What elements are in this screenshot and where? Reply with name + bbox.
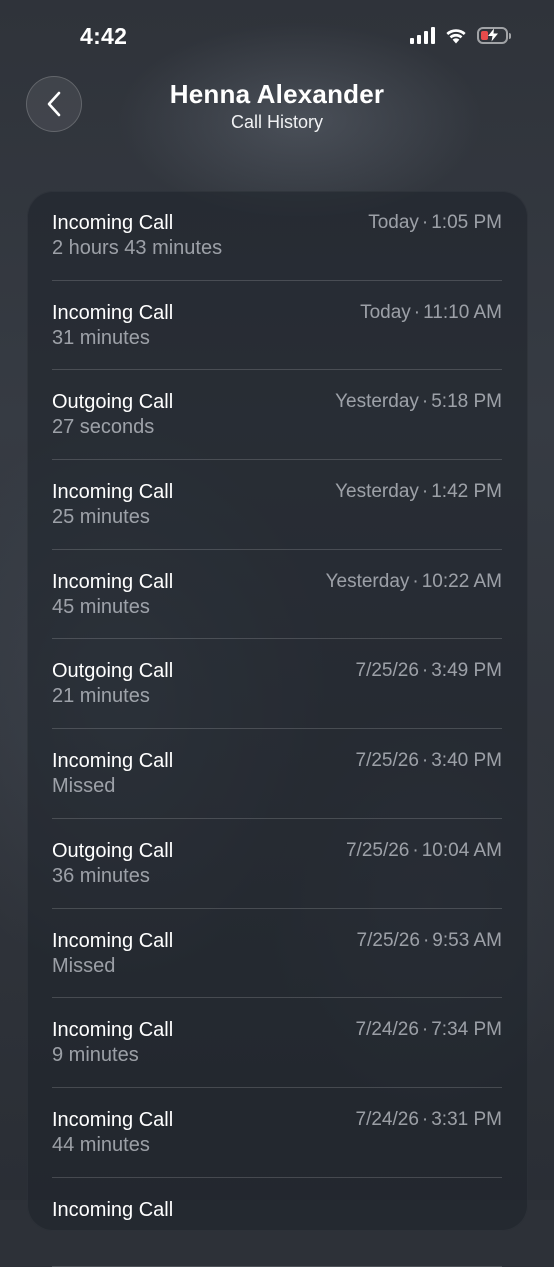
page-subtitle: Call History <box>230 112 323 132</box>
separator-dot: · <box>421 1019 429 1041</box>
call-history-row[interactable]: Incoming Call 31 minutes Today · 11:10 AM <box>52 281 502 371</box>
cellular-signal-icon <box>410 26 435 44</box>
call-detail: Missed <box>52 775 116 798</box>
call-timestamp: 7/25/26 · 9:53 AM <box>357 930 502 952</box>
call-time: 3:40 PM <box>431 750 502 772</box>
call-history-row[interactable]: Incoming Call 44 minutes 7/24/26 · 3:31 PM <box>52 1088 502 1178</box>
call-history-row[interactable]: Incoming Call <box>52 1178 502 1267</box>
call-time: 1:05 PM <box>431 212 502 233</box>
charging-bolt-icon <box>487 28 498 42</box>
call-day: 7/25/26 <box>355 750 419 772</box>
call-detail: Missed <box>52 954 116 977</box>
call-day: 7/25/26 <box>356 929 420 951</box>
call-time: 10:04 AM <box>421 839 502 861</box>
call-detail: 2 hours 43 minutes <box>52 237 223 259</box>
call-detail: 45 minutes <box>52 595 150 618</box>
call-timestamp: Yesterday · 1:42 PM <box>335 481 502 503</box>
call-day: Yesterday <box>325 570 410 592</box>
separator-dot: · <box>412 570 419 592</box>
call-day: Yesterday <box>335 481 419 503</box>
call-type: Incoming Call <box>52 1019 174 1042</box>
separator-dot: · <box>413 301 421 323</box>
call-detail: 25 minutes <box>52 506 150 529</box>
separator-dot: · <box>422 929 430 951</box>
separator-dot: · <box>412 839 419 861</box>
call-history-row[interactable]: Incoming Call Missed 7/25/26 · 9:53 AM <box>52 909 502 999</box>
call-type: Incoming Call <box>52 1198 174 1221</box>
battery-icon <box>477 26 511 44</box>
call-type: Incoming Call <box>52 481 174 504</box>
call-history-list: Incoming Call 2 hours 43 minutes Today · 1:0… <box>27 191 528 1267</box>
call-timestamp <box>496 1199 502 1221</box>
call-time: 1:42 PM <box>431 481 502 503</box>
call-day: Today <box>368 212 419 233</box>
separator-dot <box>496 1199 502 1220</box>
call-type: Incoming Call <box>52 570 174 593</box>
call-day: 7/25/26 <box>345 839 410 861</box>
call-time: 9:53 AM <box>432 929 502 951</box>
call-timestamp: 7/25/26 · 10:04 AM <box>346 840 502 862</box>
call-detail: 44 minutes <box>52 1133 150 1156</box>
call-type: Incoming Call <box>52 750 174 773</box>
call-detail: 36 minutes <box>52 864 150 887</box>
call-day: Today <box>360 301 411 323</box>
separator-dot: · <box>421 391 429 413</box>
call-history-row[interactable]: Outgoing Call 27 seconds Yesterday · 5:18 PM <box>52 370 502 461</box>
call-timestamp: 7/24/26 · 7:34 PM <box>356 1019 503 1041</box>
status-icons <box>410 26 511 44</box>
call-day: 7/24/26 <box>355 1019 419 1041</box>
call-detail: 27 seconds <box>52 416 155 439</box>
call-type: Incoming Call <box>52 301 174 324</box>
page-title: Henna Alexander <box>169 79 385 109</box>
call-detail: 31 minutes <box>52 326 150 349</box>
call-detail: 9 minutes <box>52 1044 139 1067</box>
separator-dot: · <box>421 750 429 772</box>
call-type: Outgoing Call <box>52 660 174 683</box>
call-timestamp: Today · 1:05 PM <box>368 212 502 234</box>
call-time: 7:34 PM <box>431 1019 502 1041</box>
call-time: 5:18 PM <box>431 391 502 413</box>
call-timestamp: 7/24/26 · 3:31 PM <box>356 1109 503 1131</box>
call-time: 10:22 AM <box>421 570 502 592</box>
status-time: 4:42 <box>80 23 128 49</box>
call-history-row[interactable]: Incoming Call 9 minutes 7/24/26 · 7:34 PM <box>52 998 502 1088</box>
call-time: 3:49 PM <box>431 660 502 682</box>
call-history-row[interactable]: Incoming Call 2 hours 43 minutes Today · 1:0… <box>52 191 502 281</box>
call-type: Outgoing Call <box>52 391 174 414</box>
call-time: 11:10 AM <box>423 301 502 323</box>
call-history-row[interactable]: Incoming Call 45 minutes Yesterday · 10:22 A… <box>52 550 502 640</box>
call-timestamp: Yesterday · 10:22 AM <box>326 571 502 593</box>
call-type: Incoming Call <box>52 1108 174 1131</box>
call-history-row[interactable]: Incoming Call 25 minutes Yesterday · 1:42 PM <box>52 460 502 550</box>
call-timestamp: Today · 11:10 AM <box>360 302 502 324</box>
call-timestamp: 7/25/26 · 3:49 PM <box>356 660 503 682</box>
call-history-row[interactable]: Outgoing Call 21 minutes 7/25/26 · 3:49 PM <box>52 639 503 730</box>
call-day: Yesterday <box>335 391 419 413</box>
call-detail: 21 minutes <box>52 685 150 708</box>
call-time: 3:31 PM <box>431 1108 502 1130</box>
call-timestamp: 7/25/26 · 3:40 PM <box>356 750 503 772</box>
call-history-row[interactable]: Incoming Call Missed 7/25/26 · 3:40 PM <box>52 729 502 819</box>
call-day: 7/25/26 <box>355 660 419 682</box>
call-timestamp: Yesterday · 5:18 PM <box>335 391 502 413</box>
separator-dot: · <box>421 660 429 682</box>
call-type: Incoming Call <box>52 929 174 952</box>
separator-dot: · <box>421 481 429 503</box>
call-day: 7/24/26 <box>355 1108 419 1130</box>
call-type: Incoming Call <box>52 212 174 234</box>
separator-dot: · <box>421 1108 429 1130</box>
wifi-icon <box>446 29 466 44</box>
status-bar: 4:42 <box>0 0 554 70</box>
call-type: Outgoing Call <box>52 839 174 862</box>
call-history-row[interactable]: Outgoing Call 36 minutes 7/25/26 · 10:04 AM <box>52 819 502 909</box>
separator-dot: · <box>421 212 429 233</box>
